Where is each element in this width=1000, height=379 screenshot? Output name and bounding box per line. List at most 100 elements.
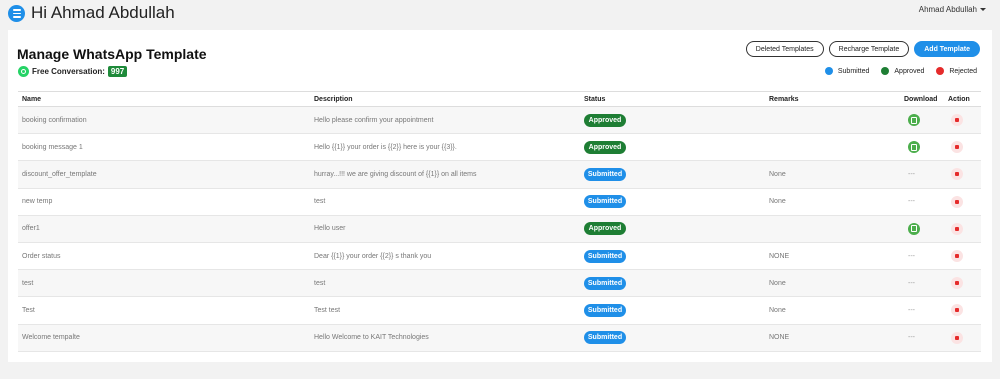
cell-name: discount_offer_template — [18, 160, 310, 189]
cell-download — [900, 133, 944, 162]
delete-icon[interactable] — [951, 277, 963, 290]
status-badge: Submitted — [584, 276, 626, 290]
cell-name: offer1 — [18, 215, 310, 243]
free-conversation: Free Conversation: 997 — [18, 66, 128, 77]
table-row: booking message 1 Hello {{1}} your order… — [18, 133, 981, 162]
cell-download: --- — [900, 296, 944, 325]
cell-description: test — [310, 188, 580, 216]
cell-action — [944, 269, 981, 298]
header-description: Description — [310, 91, 580, 107]
table-header-row: Name Description Status Remarks Download… — [18, 91, 981, 107]
top-bar: Hi Ahmad Abdullah Ahmad Abdullah — [0, 0, 1000, 30]
cell-description: Hello please confirm your appointment — [310, 106, 580, 135]
add-template-button[interactable]: Add Template — [914, 41, 980, 57]
cell-description: Test test — [310, 296, 580, 325]
deleted-templates-button[interactable]: Deleted Templates — [745, 41, 824, 57]
table-row: offer1 Hello user Approved — [18, 215, 981, 243]
cell-download: --- — [900, 160, 944, 189]
legend-approved: Approved — [881, 67, 924, 75]
delete-icon[interactable] — [951, 114, 963, 127]
legend-rejected: Rejected — [936, 67, 977, 75]
delete-icon[interactable] — [951, 141, 963, 154]
cell-name: Test — [18, 296, 310, 325]
cell-download: --- — [900, 269, 944, 298]
download-unavailable: --- — [908, 198, 915, 206]
cell-action — [944, 215, 981, 243]
cell-name: booking confirmation — [18, 106, 310, 135]
recharge-template-button[interactable]: Recharge Template — [828, 41, 910, 57]
status-badge: Submitted — [584, 167, 626, 181]
download-icon[interactable] — [908, 222, 920, 235]
delete-icon[interactable] — [951, 250, 963, 263]
legend-submitted: Submitted — [824, 67, 869, 75]
cell-download — [900, 215, 944, 243]
hamburger-menu-icon[interactable] — [8, 5, 25, 22]
cell-name: test — [18, 269, 310, 298]
header-action: Action — [944, 91, 981, 107]
cell-action — [944, 324, 981, 352]
cell-status: Submitted — [580, 324, 765, 352]
status-badge: Submitted — [584, 249, 626, 263]
cell-remarks: NONE — [765, 242, 900, 271]
download-unavailable: --- — [908, 334, 915, 342]
cell-status: Approved — [580, 133, 765, 162]
cell-status: Approved — [580, 215, 765, 243]
free-conversation-label: Free Conversation: — [32, 67, 105, 76]
cell-download — [900, 106, 944, 135]
template-card: Manage WhatsApp Template Free Conversati… — [8, 30, 992, 362]
legend-dot — [824, 67, 833, 75]
cell-download: --- — [900, 242, 944, 271]
status-badge: Submitted — [584, 331, 626, 345]
header-status: Status — [580, 91, 765, 107]
download-unavailable: --- — [908, 279, 915, 287]
cell-status: Submitted — [580, 296, 765, 325]
header-download: Download — [900, 91, 944, 107]
caret-down-icon — [980, 8, 986, 11]
greeting: Hi Ahmad Abdullah — [31, 3, 175, 22]
status-legend: Submitted Approved Rejected — [824, 67, 977, 75]
delete-icon[interactable] — [951, 168, 963, 181]
cell-remarks — [765, 215, 900, 243]
cell-remarks — [765, 133, 900, 162]
free-conversation-count: 997 — [107, 66, 128, 77]
download-icon[interactable] — [908, 114, 920, 127]
cell-remarks: None — [765, 188, 900, 216]
cell-status: Submitted — [580, 269, 765, 298]
delete-icon[interactable] — [951, 195, 963, 208]
table-row: Welcome tempalte Hello Welcome to KAIT T… — [18, 324, 981, 352]
cell-action — [944, 160, 981, 189]
table-row: discount_offer_template hurray...!!! we … — [18, 160, 981, 189]
delete-icon[interactable] — [951, 222, 963, 235]
cell-description: test — [310, 269, 580, 298]
cell-remarks — [765, 106, 900, 135]
table-row: Order status Dear {{1}} your order {{2}}… — [18, 242, 981, 271]
status-badge: Approved — [584, 113, 626, 127]
cell-description: hurray...!!! we are giving discount of {… — [310, 160, 580, 189]
cell-action — [944, 106, 981, 135]
delete-icon[interactable] — [951, 304, 963, 317]
status-badge: Approved — [584, 140, 626, 154]
cell-remarks: None — [765, 296, 900, 325]
cell-description: Hello user — [310, 215, 580, 243]
user-menu[interactable]: Ahmad Abdullah — [919, 5, 986, 14]
download-icon[interactable] — [908, 141, 920, 154]
download-unavailable: --- — [908, 170, 915, 178]
legend-dot — [936, 67, 945, 75]
cell-action — [944, 296, 981, 325]
status-badge: Submitted — [584, 195, 626, 209]
whatsapp-icon — [18, 66, 29, 77]
header-remarks: Remarks — [765, 91, 900, 107]
cell-status: Submitted — [580, 188, 765, 216]
header-name: Name — [18, 91, 310, 107]
cell-name: new temp — [18, 188, 310, 216]
cell-status: Submitted — [580, 242, 765, 271]
user-name: Ahmad Abdullah — [918, 5, 977, 14]
page-title: Manage WhatsApp Template — [17, 46, 207, 62]
delete-icon[interactable] — [951, 331, 963, 344]
legend-dot — [881, 67, 890, 75]
status-badge: Approved — [584, 222, 626, 236]
cell-status: Submitted — [580, 160, 765, 189]
table-row: booking confirmation Hello please confir… — [18, 106, 981, 135]
cell-status: Approved — [580, 106, 765, 135]
cell-action — [944, 133, 981, 162]
